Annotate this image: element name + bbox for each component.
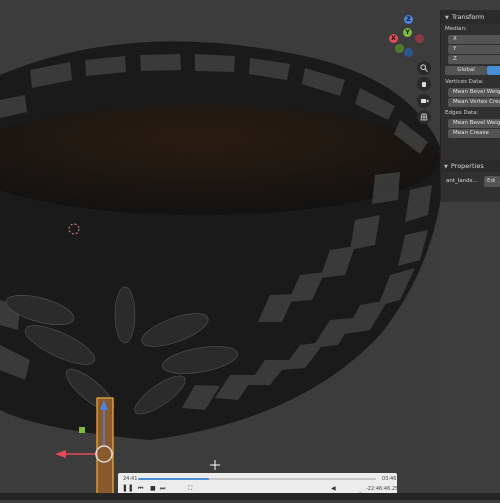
mean-crease-field[interactable]: Mean Crease [448, 129, 500, 138]
median-y-field[interactable]: Y [448, 45, 500, 54]
chevron-down-icon: ▼ [444, 164, 448, 170]
gizmo-y-icon[interactable]: Y [403, 28, 412, 37]
coordinate-space-toggle: Global [445, 66, 500, 75]
edges-data-label: Edges Data: [445, 110, 479, 116]
median-z-field[interactable]: Z [448, 55, 500, 64]
chevron-down-icon: ▼ [445, 15, 449, 21]
remaining-time: -22:46:46.25 [366, 486, 399, 492]
global-button[interactable]: Global [445, 66, 487, 75]
mean-bevel-weight-vertex-field[interactable]: Mean Bevel Weight [448, 88, 500, 97]
mean-bevel-weight-edge-field[interactable]: Mean Bevel Weight [448, 119, 500, 128]
status-bar [0, 493, 500, 500]
mean-vertex-crease-field[interactable]: Mean Vertex Crease [448, 98, 500, 107]
scene-render [0, 41, 440, 499]
n-panel: ▼ Transform Median: X Y Z Global Vertices… [440, 10, 500, 202]
speaker-icon[interactable]: ◀ [331, 485, 336, 492]
pan-hand-icon[interactable] [417, 77, 431, 91]
edit-button[interactable]: Edi [484, 176, 500, 187]
pause-icon[interactable]: ❚❚ [122, 484, 134, 492]
end-time: 03:46 [382, 476, 397, 482]
zoom-icon[interactable] [417, 61, 431, 75]
grid-ortho-icon[interactable] [417, 110, 431, 124]
mouse-cursor-icon [210, 460, 220, 470]
local-button[interactable] [487, 66, 500, 75]
gizmo-neg-z-icon[interactable] [404, 48, 413, 57]
skip-forward-icon[interactable]: ⏭ [160, 485, 165, 493]
property-name: ant_lands... [446, 178, 478, 184]
gizmo-x-icon[interactable]: X [389, 34, 398, 43]
fullscreen-icon[interactable]: ⛶ [188, 485, 192, 493]
gizmo-neg-y-icon[interactable] [395, 44, 404, 53]
properties-row: ant_lands... Edi [440, 175, 500, 189]
seek-bar[interactable] [138, 478, 376, 480]
current-time: 24:41 [123, 476, 138, 482]
camera-icon[interactable] [417, 94, 431, 108]
3d-viewport[interactable]: Z Y X [0, 0, 440, 500]
gizmo-neg-x-icon[interactable] [415, 34, 424, 43]
stop-icon[interactable]: ■ [150, 485, 156, 492]
volume-slider[interactable] [340, 484, 362, 499]
properties-header[interactable]: ▼ Properties [440, 160, 500, 172]
median-x-field[interactable]: X [448, 35, 500, 44]
seek-progress [138, 478, 210, 480]
skip-back-icon[interactable]: ⏮ [138, 485, 143, 493]
transform-header[interactable]: ▼ Transform [441, 10, 500, 24]
gizmo-z-icon[interactable]: Z [404, 15, 413, 24]
vertices-data-label: Vertices Data: [445, 79, 484, 85]
median-label: Median: [445, 26, 467, 32]
